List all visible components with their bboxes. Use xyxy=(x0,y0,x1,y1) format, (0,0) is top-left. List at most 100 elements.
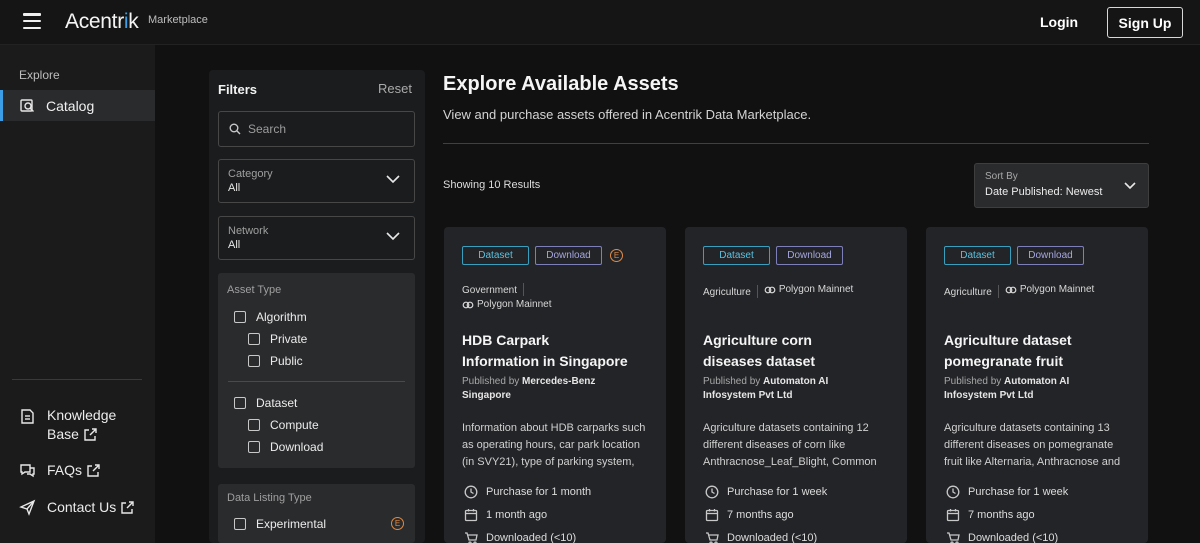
publisher-name-2: Infosystem Pvt Ltd xyxy=(703,390,793,401)
cart-icon xyxy=(465,532,478,543)
network-select[interactable]: Network All xyxy=(218,216,415,260)
card-publisher: Published by Automaton AI Infosystem Pvt … xyxy=(944,375,1139,403)
sidebar: Explore Catalog Knowledge Base FAQs Conta… xyxy=(0,45,155,543)
sidebar-item-label: FAQs xyxy=(47,462,83,478)
published-prefix: Published by xyxy=(703,376,761,387)
checkbox[interactable] xyxy=(234,311,246,323)
cart-icon xyxy=(706,532,719,543)
card-duration: Purchase for 1 week xyxy=(705,485,827,499)
sidebar-heading: Explore xyxy=(19,68,60,82)
sidebar-item-label: Catalog xyxy=(46,97,95,114)
card-title: Agriculture corn diseases dataset xyxy=(703,330,898,372)
filters-title: Filters xyxy=(218,82,258,97)
card-title: HDB Carpark Information in Singapore xyxy=(462,330,657,372)
sidebar-item-label-2: Base xyxy=(47,426,79,442)
calendar-icon xyxy=(705,509,719,522)
sidebar-item-faqs[interactable]: FAQs xyxy=(19,461,101,480)
dataset-tag: Dataset xyxy=(703,246,770,265)
card-title-line: Agriculture dataset xyxy=(944,332,1072,348)
card-category: Agriculture xyxy=(944,286,992,298)
private-checkbox[interactable]: Private xyxy=(248,332,307,346)
sidebar-item-label: Knowledge xyxy=(47,407,117,423)
checkbox-label: Private xyxy=(270,332,308,346)
results-count: Showing 10 Results xyxy=(443,179,541,191)
downloads-text: Downloaded (<10) xyxy=(486,532,577,543)
signup-button[interactable]: Sign Up xyxy=(1107,7,1183,38)
experimental-checkbox[interactable]: Experimental xyxy=(234,517,326,531)
publisher-name-2: Singapore xyxy=(462,390,511,401)
checkbox-label: Compute xyxy=(270,418,319,432)
card-title: Agriculture dataset pomegranate fruit xyxy=(944,330,1139,372)
external-link-icon xyxy=(121,501,134,514)
logo-text: Acentr xyxy=(65,10,124,33)
search-field[interactable] xyxy=(218,111,415,147)
downloads-text: Downloaded (<10) xyxy=(727,532,818,543)
calendar-icon xyxy=(946,509,960,522)
category-select[interactable]: Category All xyxy=(218,159,415,203)
category-value: All xyxy=(228,182,241,194)
age-text: 1 month ago xyxy=(486,509,548,521)
download-tag: Download xyxy=(535,246,602,265)
search-input[interactable] xyxy=(248,122,398,136)
chevron-down-icon xyxy=(1124,182,1136,190)
published-prefix: Published by xyxy=(944,376,1002,387)
checkbox[interactable] xyxy=(248,333,260,345)
download-checkbox[interactable]: Download xyxy=(248,440,323,454)
compute-checkbox[interactable]: Compute xyxy=(248,418,319,432)
sidebar-item-contact-us[interactable]: Contact Us xyxy=(19,498,135,517)
duration-text: Purchase for 1 month xyxy=(486,486,592,498)
card-category: Government xyxy=(462,285,518,296)
divider xyxy=(443,143,1149,144)
card-publisher: Published by Automaton AI Infosystem Pvt … xyxy=(703,375,898,403)
checkbox[interactable] xyxy=(248,441,260,453)
asset-card[interactable]: Dataset Download E Government Polygon Ma… xyxy=(444,227,666,543)
logo[interactable]: Acentrik xyxy=(65,10,139,34)
logo-subtitle: Marketplace xyxy=(148,14,208,26)
card-meta: Government Polygon Mainnet xyxy=(462,283,552,313)
checkbox[interactable] xyxy=(248,355,260,367)
card-downloads: Downloaded (<10) xyxy=(464,531,576,543)
book-icon xyxy=(21,409,34,424)
sort-select[interactable]: Sort By Date Published: Newest xyxy=(974,163,1149,208)
card-publisher: Published by Mercedes-Benz Singapore xyxy=(462,375,657,403)
asset-type-group: Asset Type Algorithm Private Public Data… xyxy=(218,273,415,468)
checkbox[interactable] xyxy=(234,397,246,409)
checkbox[interactable] xyxy=(248,419,260,431)
sidebar-divider xyxy=(12,379,142,380)
sidebar-item-knowledge-base[interactable]: Knowledge Base xyxy=(19,406,116,444)
sidebar-item-catalog[interactable]: Catalog xyxy=(0,90,155,121)
age-text: 7 months ago xyxy=(968,509,1035,521)
listing-type-caption: Data Listing Type xyxy=(227,492,312,504)
top-bar: Acentrik Marketplace Login Sign Up xyxy=(0,0,1200,45)
public-checkbox[interactable]: Public xyxy=(248,354,303,368)
divider xyxy=(997,284,999,298)
card-description: Agriculture datasets containing 12 diffe… xyxy=(703,422,877,468)
asset-card[interactable]: Dataset Download Agriculture Polygon Main… xyxy=(926,227,1148,543)
reset-button[interactable]: Reset xyxy=(378,81,412,96)
card-network: Polygon Mainnet xyxy=(1019,284,1095,295)
algorithm-checkbox[interactable]: Algorithm xyxy=(234,310,307,324)
network-caption: Network xyxy=(228,225,269,237)
card-network: Polygon Mainnet xyxy=(778,284,854,295)
catalog-icon xyxy=(20,99,34,112)
dataset-tag: Dataset xyxy=(944,246,1011,265)
experimental-badge: E xyxy=(391,517,404,530)
card-description: Agriculture datasets containing 13 diffe… xyxy=(944,422,1121,468)
menu-icon[interactable] xyxy=(23,13,41,29)
search-icon xyxy=(229,123,241,135)
chevron-down-icon xyxy=(386,232,400,241)
checkbox[interactable] xyxy=(234,518,246,530)
dataset-checkbox[interactable]: Dataset xyxy=(234,396,297,410)
logo-text-end: k xyxy=(128,10,139,33)
category-caption: Category xyxy=(228,168,273,180)
chevron-down-icon xyxy=(386,175,400,184)
chat-icon xyxy=(20,464,35,478)
asset-card[interactable]: Dataset Download Agriculture Polygon Main… xyxy=(685,227,907,543)
link-icon xyxy=(462,301,474,308)
checkbox-label: Dataset xyxy=(256,396,298,410)
external-link-icon xyxy=(84,428,97,441)
publisher-name: Automaton AI xyxy=(1004,376,1070,387)
publisher-name: Mercedes-Benz xyxy=(522,376,596,387)
login-link[interactable]: Login xyxy=(1040,14,1078,30)
download-tag: Download xyxy=(1017,246,1084,265)
